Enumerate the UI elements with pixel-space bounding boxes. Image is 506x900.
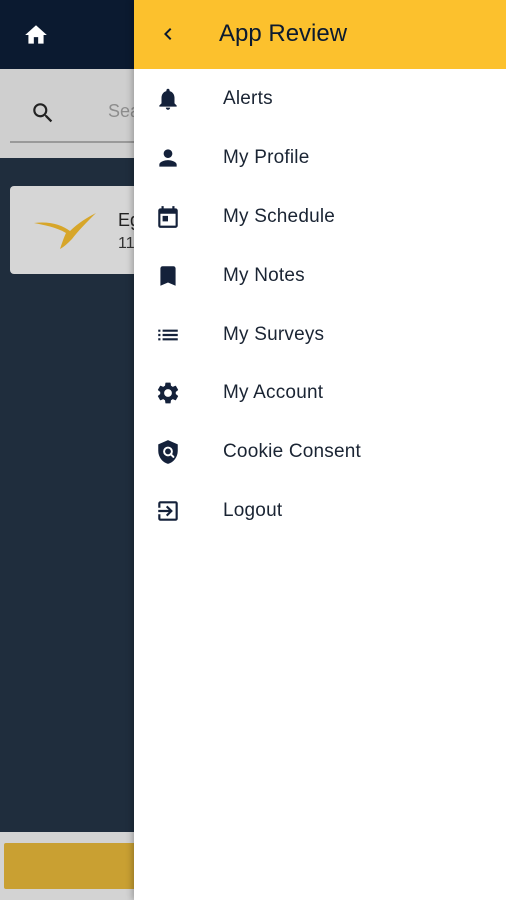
drawer-header: App Review (134, 0, 506, 69)
menu-item-label: Alerts (223, 88, 273, 109)
bookmark-icon (155, 263, 181, 289)
shield-icon (155, 439, 181, 465)
menu-item-my-surveys[interactable]: My Surveys (134, 305, 506, 363)
menu-item-my-profile[interactable]: My Profile (134, 128, 506, 186)
menu-item-label: My Schedule (223, 206, 336, 227)
menu-item-my-account[interactable]: My Account (134, 363, 506, 421)
menu-item-cookie-consent[interactable]: Cookie Consent (134, 422, 506, 480)
menu-item-label: Cookie Consent (223, 441, 361, 462)
event-logo (32, 209, 98, 251)
drawer-title: App Review (219, 20, 348, 47)
menu-item-label: My Surveys (223, 324, 325, 345)
bell-icon (155, 86, 181, 112)
menu-item-label: Logout (223, 500, 283, 521)
menu-item-label: My Notes (223, 265, 305, 286)
calendar-icon (155, 204, 181, 230)
menu-item-my-schedule[interactable]: My Schedule (134, 187, 506, 245)
person-icon (155, 145, 181, 171)
menu-item-alerts[interactable]: Alerts (134, 69, 506, 127)
home-icon[interactable] (22, 22, 50, 48)
menu-item-label: My Profile (223, 147, 310, 168)
search-icon (30, 100, 56, 126)
menu-item-logout[interactable]: Logout (134, 481, 506, 539)
list-icon (155, 322, 181, 348)
logout-icon (155, 498, 181, 524)
menu-item-my-notes[interactable]: My Notes (134, 246, 506, 304)
event-card-subtitle: 11 (118, 235, 135, 252)
menu-item-label: My Account (223, 382, 324, 403)
chevron-left-icon[interactable] (156, 22, 180, 46)
gear-icon (155, 380, 181, 406)
navigation-drawer: App Review Alerts My Profile My Schedule (134, 0, 506, 900)
